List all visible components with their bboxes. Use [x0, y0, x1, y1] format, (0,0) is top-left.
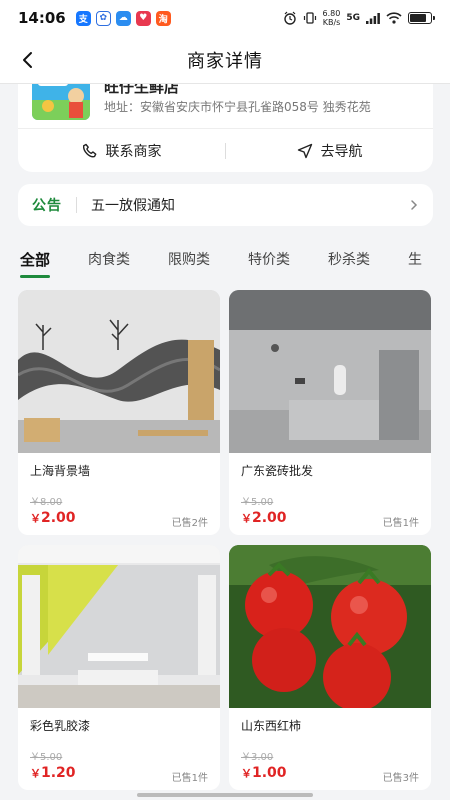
alarm-icon [283, 11, 296, 25]
product-name: 上海背景墙 [30, 464, 91, 478]
tab-limited[interactable]: 限购类 [168, 249, 210, 269]
network-type: 5G [346, 13, 360, 23]
network-speed: 6.80 KB/s [323, 9, 341, 27]
product-original-price: ￥5.00 [30, 752, 63, 763]
currency-symbol: ￥ [241, 767, 252, 780]
contact-merchant-label: 联系商家 [105, 143, 162, 160]
merchant-card: 旺仔生鲜店 地址：安徽省安庆市怀宁县孔雀路058号 独秀花苑 联系商家 去导航 [18, 84, 433, 172]
tab-active-indicator [20, 274, 51, 278]
product-name: 山东西红柿 [241, 719, 302, 733]
product-image [18, 545, 220, 708]
signal-icon [366, 13, 380, 24]
merchant-address: 地址：安徽省安庆市怀宁县孔雀路058号 独秀花苑 [104, 100, 371, 114]
product-name: 广东瓷砖批发 [241, 464, 314, 478]
status-indicators: 6.80 KB/s 5G [283, 9, 435, 27]
merchant-info: 旺仔生鲜店 地址：安徽省安庆市怀宁县孔雀路058号 独秀花苑 [18, 84, 433, 128]
product-image [18, 290, 220, 453]
shop-icon: ♥ [135, 10, 151, 26]
baidu-icon: ✿ [95, 10, 111, 26]
speed-value: 6.80 [322, 9, 341, 18]
notice-label: 公告 [32, 198, 62, 214]
tab-all-label: 全部 [20, 250, 51, 269]
product-original-price: ￥3.00 [241, 752, 274, 763]
phone-icon [82, 143, 96, 157]
back-arrow-icon [23, 52, 32, 68]
tab-fresh[interactable]: 生 [408, 249, 422, 269]
category-tabs: 全部 肉食类 限购类 特价类 秒杀类 生 [0, 240, 450, 278]
currency-symbol: ￥ [30, 512, 41, 525]
cloud-icon: ☁ [115, 10, 131, 26]
page-title: 商家详情 [187, 51, 263, 72]
merchant-name: 旺仔生鲜店 [104, 84, 180, 96]
tab-flash-sale[interactable]: 秒杀类 [328, 249, 370, 269]
tab-all[interactable]: 全部 [20, 249, 51, 278]
back-button[interactable] [14, 46, 42, 74]
wifi-icon [386, 12, 402, 24]
product-original-price: ￥8.00 [30, 497, 63, 508]
price-value: 1.00 [252, 765, 287, 781]
merchant-actions: 联系商家 去导航 [18, 128, 433, 172]
tab-special-label: 特价类 [248, 252, 291, 268]
product-image [229, 290, 431, 453]
product-image [229, 545, 431, 708]
merchant-logo [32, 84, 90, 120]
tab-fresh-label: 生 [408, 252, 423, 268]
currency-symbol: ￥ [241, 512, 252, 525]
navigate-label: 去导航 [320, 143, 363, 160]
product-price: ￥1.00 [241, 765, 287, 781]
product-card[interactable]: 广东瓷砖批发 ￥5.00 ￥2.00 已售1件 [229, 290, 431, 535]
home-indicator [137, 793, 313, 797]
navigate-button[interactable]: 去导航 [226, 141, 433, 161]
product-card[interactable]: 上海背景墙 ￥8.00 ￥2.00 已售2件 [18, 290, 220, 535]
product-original-price: ￥5.00 [241, 497, 274, 508]
notice-text: 五一放假通知 [91, 198, 175, 214]
status-app-icons: 支 ✿ ☁ ♥ 淘 [75, 10, 171, 26]
battery-icon [408, 12, 435, 24]
product-price: ￥2.00 [30, 510, 76, 526]
tab-flash-sale-label: 秒杀类 [328, 252, 371, 268]
navigation-arrow-icon [297, 143, 312, 158]
vibrate-icon [303, 12, 316, 24]
product-card[interactable]: 彩色乳胶漆 ￥5.00 ￥1.20 已售1件 [18, 545, 220, 790]
tab-special[interactable]: 特价类 [248, 249, 290, 269]
contact-merchant-button[interactable]: 联系商家 [18, 141, 225, 161]
price-value: 2.00 [252, 510, 287, 526]
product-sold-count: 已售2件 [171, 518, 208, 529]
notice-divider [76, 197, 77, 213]
alipay-icon: 支 [75, 10, 91, 26]
chevron-right-icon [411, 200, 418, 210]
tab-meat-label: 肉食类 [88, 252, 131, 268]
product-price: ￥2.00 [241, 510, 287, 526]
product-price: ￥1.20 [30, 765, 76, 781]
product-grid: 上海背景墙 ￥8.00 ￥2.00 已售2件 广东瓷砖批发 ￥5.00 ￥2.0… [18, 290, 433, 790]
product-sold-count: 已售3件 [382, 773, 419, 784]
product-card[interactable]: 山东西红柿 ￥3.00 ￥1.00 已售3件 [229, 545, 431, 790]
tab-limited-label: 限购类 [168, 252, 211, 268]
speed-unit: KB/s [322, 18, 341, 27]
status-time: 14:06 [18, 9, 66, 27]
battery-level [410, 14, 426, 22]
price-value: 2.00 [41, 510, 76, 526]
product-name: 彩色乳胶漆 [30, 719, 91, 733]
taobao-icon: 淘 [155, 10, 171, 26]
notice-bar[interactable]: 公告 五一放假通知 [18, 184, 433, 226]
price-value: 1.20 [41, 765, 76, 781]
currency-symbol: ￥ [30, 767, 41, 780]
status-bar: 14:06 支 ✿ ☁ ♥ 淘 6.80 KB/s 5G [0, 0, 450, 36]
product-sold-count: 已售1件 [171, 773, 208, 784]
product-sold-count: 已售1件 [382, 518, 419, 529]
nav-bar: 商家详情 [0, 36, 450, 84]
tab-meat[interactable]: 肉食类 [88, 249, 130, 269]
